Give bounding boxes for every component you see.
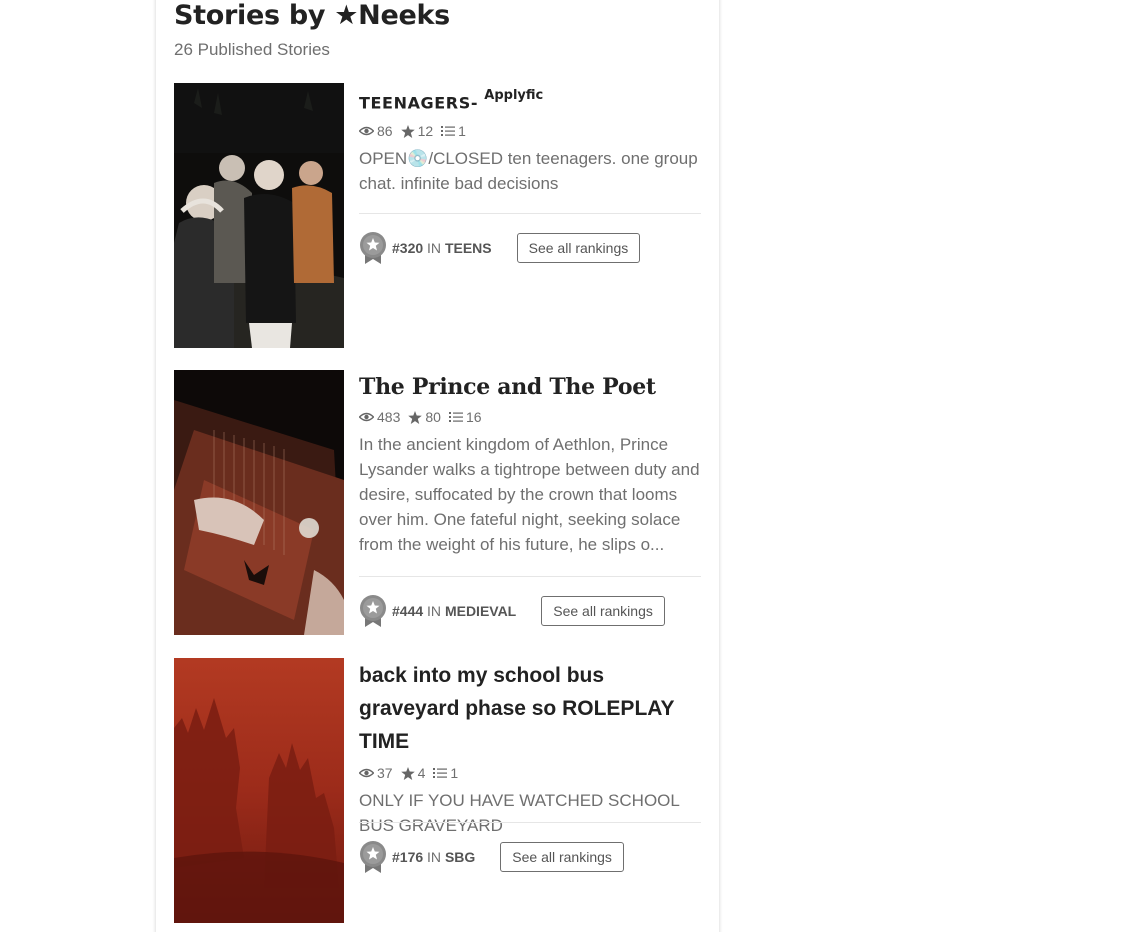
story-info: TEENAGERS- Applyfic 86 12 1 OPEN💿/CLOSED… bbox=[359, 83, 702, 196]
parts-count: 1 bbox=[450, 765, 459, 781]
story-cover-image[interactable] bbox=[174, 658, 344, 923]
medal-icon bbox=[360, 841, 386, 873]
medal-icon bbox=[360, 595, 386, 627]
ranking-row: #320 IN TEENS See all rankings bbox=[359, 213, 701, 264]
story-title[interactable]: back into my school bus graveyard phase … bbox=[359, 658, 702, 758]
story-info: back into my school bus graveyard phase … bbox=[359, 658, 702, 838]
eye-icon bbox=[359, 768, 374, 778]
star-icon bbox=[400, 766, 415, 780]
story-title-text[interactable]: TEENAGERS- bbox=[359, 93, 478, 112]
eye-icon bbox=[359, 412, 374, 422]
rank-number: #444 bbox=[392, 603, 424, 619]
votes-stat: 12 bbox=[400, 123, 434, 140]
story-title[interactable]: TEENAGERS- Applyfic bbox=[359, 83, 702, 112]
list-icon bbox=[448, 412, 463, 422]
list-icon bbox=[433, 768, 448, 778]
reads-stat: 86 bbox=[359, 123, 393, 139]
rank-text: #444 IN MEDIEVAL bbox=[392, 603, 516, 619]
see-all-rankings-button[interactable]: See all rankings bbox=[541, 596, 665, 626]
rank-in: IN bbox=[427, 603, 442, 619]
story-description: OPEN💿/CLOSED ten teenagers. one group ch… bbox=[359, 149, 698, 194]
story-title-sup: Applyfic bbox=[484, 88, 544, 103]
parts-stat: 16 bbox=[448, 409, 482, 425]
reads-count: 86 bbox=[377, 123, 393, 140]
eye-icon bbox=[359, 127, 374, 136]
reads-count: 37 bbox=[377, 765, 393, 781]
story-info: The Prince and The Poet 483 80 16 In the… bbox=[359, 370, 702, 557]
votes-count: 80 bbox=[425, 409, 441, 425]
medal-icon bbox=[360, 232, 386, 264]
reads-count: 483 bbox=[377, 409, 401, 425]
votes-count: 12 bbox=[417, 123, 434, 140]
parts-stat: 1 bbox=[441, 123, 466, 139]
story-description: In the ancient kingdom of Aethlon, Princ… bbox=[359, 435, 700, 554]
reads-stat: 37 bbox=[359, 765, 393, 781]
rank-text: #320 IN TEENS bbox=[392, 240, 492, 256]
rank-tag[interactable]: TEENS bbox=[445, 240, 492, 256]
star-icon bbox=[400, 124, 415, 138]
rank-tag[interactable]: MEDIEVAL bbox=[445, 603, 516, 619]
story-cover-image[interactable] bbox=[174, 370, 344, 635]
page-title: Stories by ★Neeks bbox=[174, 0, 450, 31]
rank-text: #176 IN SBG bbox=[392, 849, 475, 865]
rank-number: #176 bbox=[392, 849, 424, 865]
story-card: The Prince and The Poet 483 80 16 In the… bbox=[174, 370, 702, 635]
parts-stat: 1 bbox=[433, 765, 458, 781]
ranking-row: #176 IN SBG See all rankings bbox=[359, 822, 701, 873]
story-cover-image[interactable] bbox=[174, 83, 344, 348]
votes-stat: 80 bbox=[408, 409, 441, 425]
list-icon bbox=[441, 126, 456, 137]
rank-tag[interactable]: SBG bbox=[445, 849, 475, 865]
story-stats: 483 80 16 bbox=[359, 408, 702, 426]
rank-in: IN bbox=[427, 849, 442, 865]
ranking-row: #444 IN MEDIEVAL See all rankings bbox=[359, 576, 701, 627]
see-all-rankings-button[interactable]: See all rankings bbox=[516, 233, 641, 263]
rank-number: #320 bbox=[392, 240, 424, 256]
story-stats: 86 12 1 bbox=[359, 122, 702, 140]
rank-in: IN bbox=[427, 240, 442, 256]
story-card: TEENAGERS- Applyfic 86 12 1 OPEN💿/CLOSED… bbox=[174, 83, 702, 348]
votes-stat: 4 bbox=[400, 765, 426, 781]
star-icon bbox=[408, 410, 423, 424]
reads-stat: 483 bbox=[359, 409, 400, 425]
parts-count: 16 bbox=[465, 409, 482, 425]
story-stats: 37 4 1 bbox=[359, 764, 702, 782]
see-all-rankings-button[interactable]: See all rankings bbox=[500, 842, 624, 872]
parts-count: 1 bbox=[458, 123, 466, 140]
story-card: back into my school bus graveyard phase … bbox=[174, 658, 702, 923]
story-title[interactable]: The Prince and The Poet bbox=[359, 370, 702, 400]
published-count: 26 Published Stories bbox=[174, 40, 330, 59]
votes-count: 4 bbox=[417, 765, 426, 781]
